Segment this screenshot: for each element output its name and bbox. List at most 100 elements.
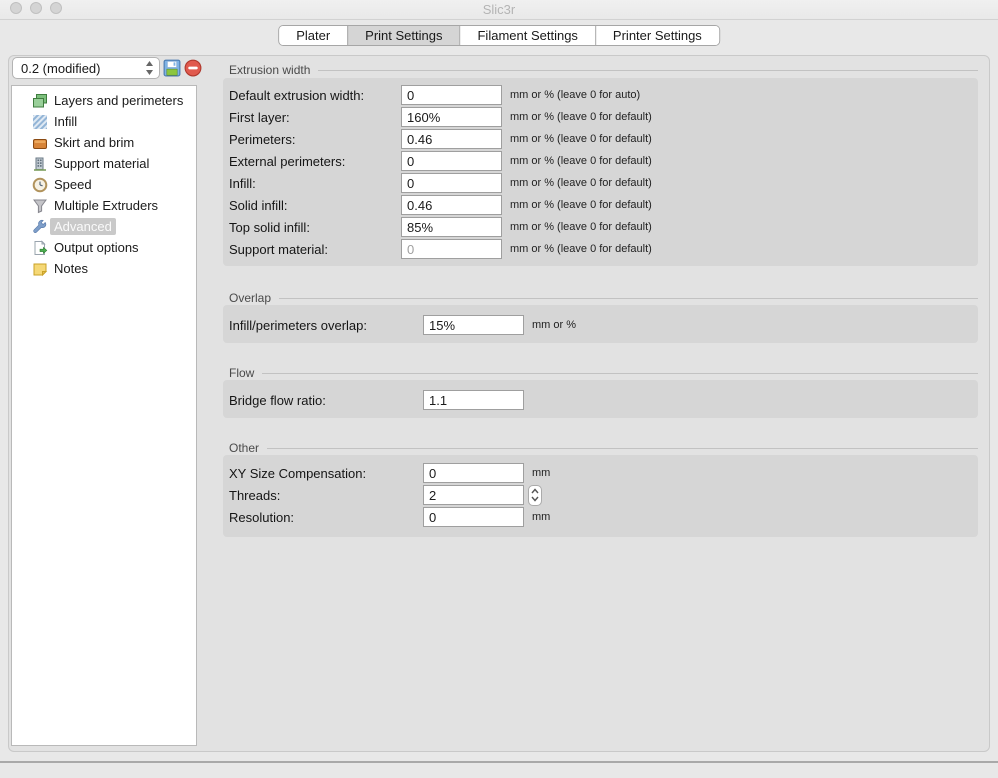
option-hint: mm or %	[532, 319, 576, 331]
option-row: Resolution: mm	[229, 506, 978, 528]
tab-bar-area: Plater Print Settings Filament Settings …	[0, 20, 998, 55]
xy-size-compensation-input[interactable]	[423, 463, 524, 483]
tree-item-layers-and-perimeters[interactable]: Layers and perimeters	[12, 90, 196, 111]
section-rule	[262, 373, 978, 374]
option-hint: mm	[532, 467, 550, 479]
option-hint: mm or % (leave 0 for default)	[510, 177, 652, 189]
tree-item-label: Layers and perimeters	[54, 93, 183, 108]
tab-print-settings[interactable]: Print Settings	[347, 26, 459, 45]
top-solid-infill-label: Top solid infill:	[229, 220, 401, 235]
perimeters-label: Perimeters:	[229, 132, 401, 147]
section-panel-overlap: Infill/perimeters overlap: mm or %	[223, 305, 978, 343]
perimeters-input[interactable]	[401, 129, 502, 149]
option-row: Support material: mm or % (leave 0 for d…	[229, 238, 978, 260]
support-material-input[interactable]	[401, 239, 502, 259]
option-row: Infill: mm or % (leave 0 for default)	[229, 172, 978, 194]
option-row: Default extrusion width: mm or % (leave …	[229, 84, 978, 106]
tree-item-infill[interactable]: Infill	[12, 111, 196, 132]
combo-stepper-icon	[145, 60, 154, 79]
minus-circle-icon	[184, 59, 202, 77]
support-material-label: Support material:	[229, 242, 401, 257]
skirt-icon	[32, 135, 48, 151]
section-header-extrusion-width: Extrusion width	[223, 62, 978, 77]
infill-label: Infill:	[229, 176, 401, 191]
infill-perimeters-overlap-input[interactable]	[423, 315, 524, 335]
external-perimeters-label: External perimeters:	[229, 154, 401, 169]
tree-item-label: Infill	[54, 114, 77, 129]
solid-infill-input[interactable]	[401, 195, 502, 215]
tree-item-label: Support material	[54, 156, 149, 171]
speed-icon	[32, 177, 48, 193]
tree-item-notes[interactable]: Notes	[12, 258, 196, 279]
options-area: Extrusion width Default extrusion width:…	[223, 56, 978, 753]
option-row: Solid infill: mm or % (leave 0 for defau…	[229, 194, 978, 216]
option-row: Bridge flow ratio:	[229, 389, 978, 411]
option-hint: mm or % (leave 0 for default)	[510, 155, 652, 167]
preset-select[interactable]: 0.2 (modified)	[12, 57, 160, 79]
top-solid-infill-input[interactable]	[401, 217, 502, 237]
section-panel-flow: Bridge flow ratio:	[223, 380, 978, 418]
option-row: Top solid infill: mm or % (leave 0 for d…	[229, 216, 978, 238]
preset-value: 0.2 (modified)	[21, 61, 100, 76]
tree-item-advanced[interactable]: Advanced	[12, 216, 196, 237]
section-title: Flow	[229, 366, 254, 380]
option-hint: mm or % (leave 0 for default)	[510, 243, 652, 255]
extruders-icon	[32, 198, 48, 214]
tab-plater[interactable]: Plater	[279, 26, 347, 45]
status-bar	[0, 763, 998, 778]
option-hint: mm or % (leave 0 for default)	[510, 221, 652, 233]
bridge-flow-ratio-input[interactable]	[423, 390, 524, 410]
tree-item-label: Multiple Extruders	[54, 198, 158, 213]
threads-input[interactable]	[423, 485, 524, 505]
resolution-label: Resolution:	[229, 510, 423, 525]
support-icon	[32, 156, 48, 172]
first-layer-input[interactable]	[401, 107, 502, 127]
title-bar: Slic3r	[0, 0, 998, 20]
infill-input[interactable]	[401, 173, 502, 193]
option-hint: mm or % (leave 0 for auto)	[510, 89, 640, 101]
section-panel-extrusion-width: Default extrusion width: mm or % (leave …	[223, 78, 978, 266]
tree-item-label: Speed	[54, 177, 92, 192]
default-extrusion-width-label: Default extrusion width:	[229, 88, 401, 103]
threads-stepper[interactable]	[528, 485, 542, 506]
external-perimeters-input[interactable]	[401, 151, 502, 171]
tab-printer-settings[interactable]: Printer Settings	[595, 26, 719, 45]
section-rule	[318, 70, 978, 71]
preset-row: 0.2 (modified)	[12, 57, 202, 79]
option-row: Threads:	[229, 484, 978, 506]
resolution-input[interactable]	[423, 507, 524, 527]
default-extrusion-width-input[interactable]	[401, 85, 502, 105]
option-hint: mm or % (leave 0 for default)	[510, 199, 652, 211]
option-row: First layer: mm or % (leave 0 for defaul…	[229, 106, 978, 128]
wrench-icon	[32, 219, 48, 235]
output-icon	[32, 240, 48, 256]
option-row: Perimeters: mm or % (leave 0 for default…	[229, 128, 978, 150]
floppy-disk-icon	[163, 59, 181, 77]
bridge-flow-ratio-label: Bridge flow ratio:	[229, 393, 423, 408]
tree-item-speed[interactable]: Speed	[12, 174, 196, 195]
tab-filament-settings[interactable]: Filament Settings	[459, 26, 594, 45]
save-preset-button[interactable]	[163, 59, 181, 77]
threads-label: Threads:	[229, 488, 423, 503]
tree-item-label: Notes	[54, 261, 88, 276]
section-header-flow: Flow	[223, 365, 978, 380]
xy-size-compensation-label: XY Size Compensation:	[229, 466, 423, 481]
tree-item-skirt-and-brim[interactable]: Skirt and brim	[12, 132, 196, 153]
tree-item-output-options[interactable]: Output options	[12, 237, 196, 258]
delete-preset-button[interactable]	[184, 59, 202, 77]
stepper-chevrons-icon	[531, 488, 539, 502]
option-row: XY Size Compensation: mm	[229, 462, 978, 484]
section-rule	[267, 448, 978, 449]
tree-item-multiple-extruders[interactable]: Multiple Extruders	[12, 195, 196, 216]
section-header-other: Other	[223, 440, 978, 455]
tree-item-label: Output options	[54, 240, 139, 255]
section-rule	[279, 298, 978, 299]
notes-icon	[32, 261, 48, 277]
tree-item-label: Skirt and brim	[54, 135, 134, 150]
option-hint: mm or % (leave 0 for default)	[510, 111, 652, 123]
first-layer-label: First layer:	[229, 110, 401, 125]
tree-item-support-material[interactable]: Support material	[12, 153, 196, 174]
option-row: External perimeters: mm or % (leave 0 fo…	[229, 150, 978, 172]
solid-infill-label: Solid infill:	[229, 198, 401, 213]
settings-tab-bar: Plater Print Settings Filament Settings …	[278, 25, 720, 46]
